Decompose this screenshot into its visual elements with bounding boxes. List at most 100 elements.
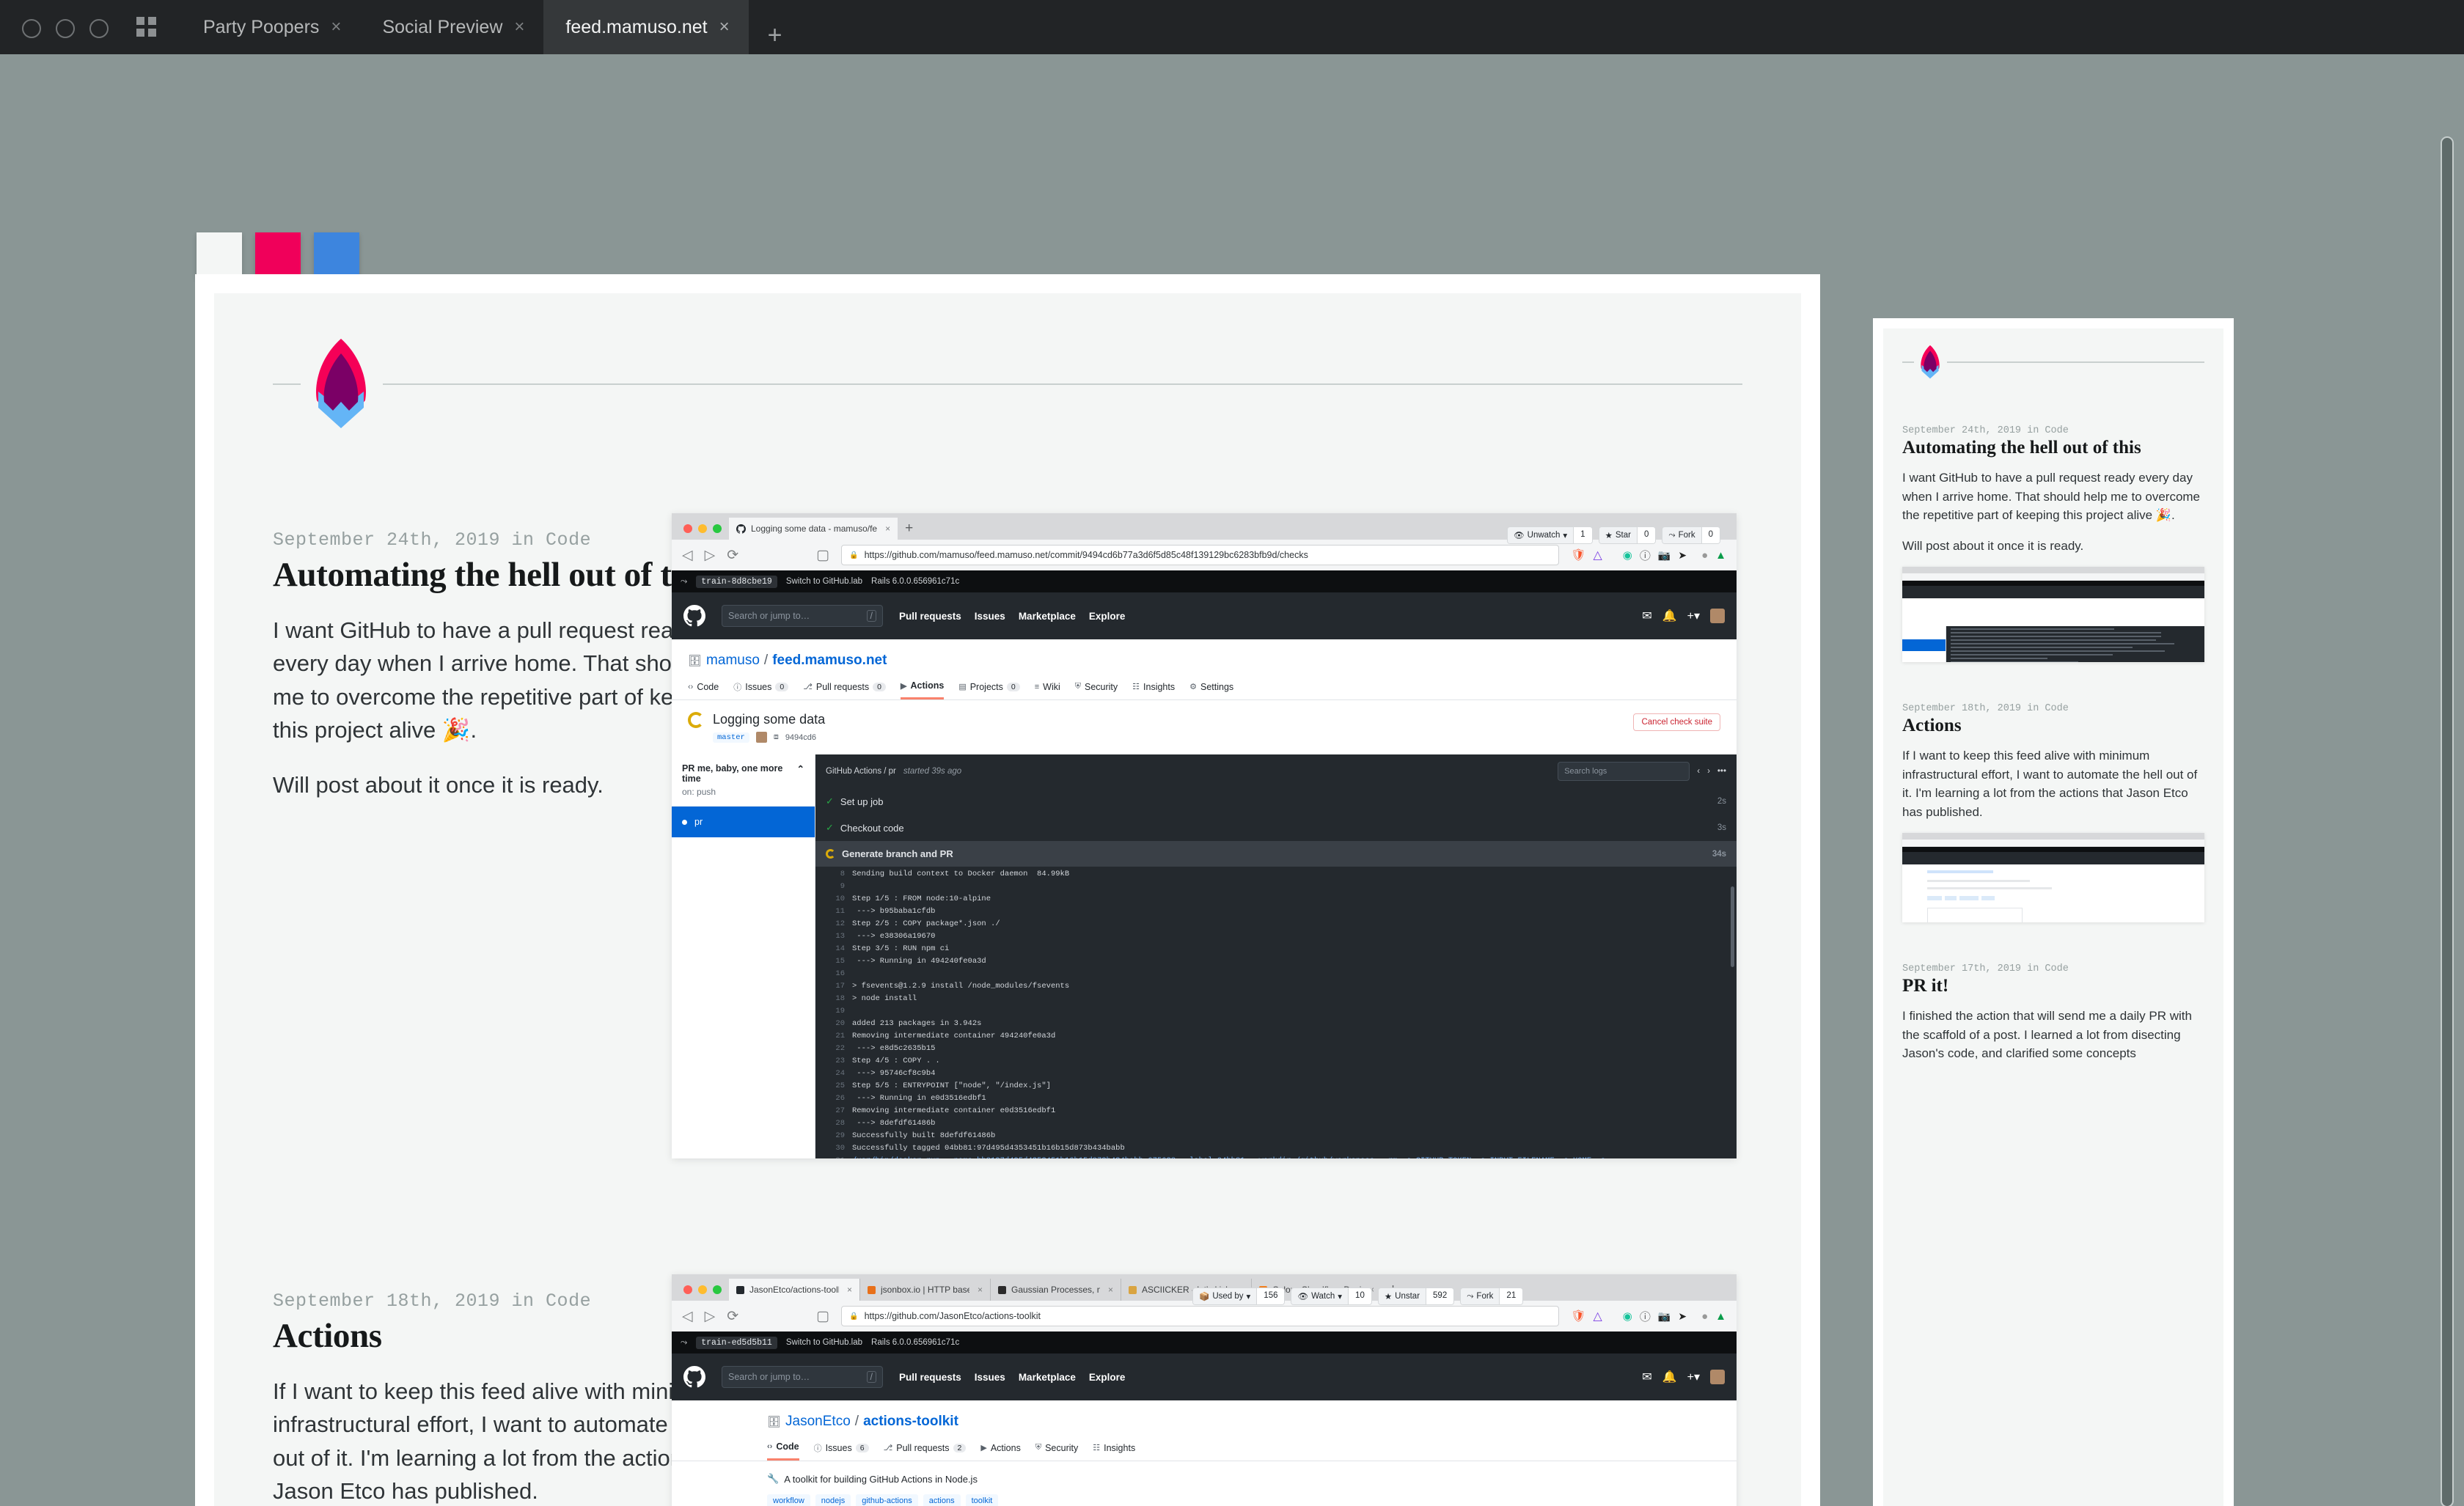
- repo-name[interactable]: actions-toolkit: [863, 1414, 958, 1430]
- fork-button[interactable]: ⤳Fork 21: [1460, 1288, 1523, 1305]
- info-icon[interactable]: ⓘ: [1640, 1309, 1651, 1324]
- repo-tab-insights[interactable]: ☷Insights: [1132, 680, 1175, 699]
- nav-explore[interactable]: Explore: [1089, 1372, 1126, 1383]
- brave-shield-icon[interactable]: 🛡: [1571, 1309, 1585, 1323]
- mock-new-tab-button[interactable]: +: [898, 521, 920, 540]
- log-step-generate-branch-and-pr[interactable]: Generate branch and PR 34s: [815, 841, 1737, 867]
- article-title[interactable]: Automating the hell out of this: [1902, 438, 2204, 458]
- color-swatch-blue[interactable]: [314, 232, 359, 278]
- close-icon[interactable]: ×: [331, 17, 341, 37]
- next-icon[interactable]: ›: [1707, 767, 1710, 776]
- workflow-item[interactable]: PR me, baby, one more time ⌃ on: push: [672, 754, 815, 807]
- color-swatch-white[interactable]: [197, 232, 242, 278]
- repo-topic[interactable]: workflow: [767, 1494, 810, 1506]
- mock-tab-3[interactable]: Gaussian Processes, not quite fo×: [990, 1279, 1121, 1301]
- browser-tab-feed-mamuso-net[interactable]: feed.mamuso.net ×: [543, 0, 748, 54]
- switch-label[interactable]: Switch to GitHub.lab: [786, 577, 862, 586]
- avatar[interactable]: [1710, 609, 1725, 623]
- nav-issues[interactable]: Issues: [975, 1372, 1005, 1383]
- github-search-input[interactable]: Search or jump to… /: [722, 1366, 883, 1388]
- back-icon[interactable]: ◁: [682, 1308, 693, 1325]
- color-swatch-crimson[interactable]: [255, 232, 301, 278]
- repo-tab-code[interactable]: ‹›Code: [767, 1441, 799, 1461]
- plus-menu-icon[interactable]: +▾: [1687, 609, 1700, 623]
- repo-tab-actions[interactable]: ▶Actions: [980, 1441, 1020, 1461]
- window-controls[interactable]: [0, 19, 129, 54]
- mock-tab-active[interactable]: Logging some data - mamuso/fe ×: [729, 518, 898, 540]
- plus-menu-icon[interactable]: +▾: [1687, 1370, 1700, 1384]
- close-icon[interactable]: ×: [719, 17, 730, 37]
- inbox-icon[interactable]: ✉: [1642, 609, 1651, 623]
- new-tab-button[interactable]: +: [749, 21, 803, 54]
- log-step-set-up-job[interactable]: ✓ Set up job 2s: [815, 788, 1737, 815]
- staff-branch-chip[interactable]: train-8d8cbe19: [696, 576, 777, 588]
- camera-icon[interactable]: 📷: [1658, 1310, 1671, 1323]
- repo-owner[interactable]: JasonEtco: [785, 1414, 851, 1430]
- nav-issues[interactable]: Issues: [975, 611, 1005, 622]
- profile-avatar[interactable]: ●: [1701, 549, 1708, 562]
- repo-tab-pull-requests[interactable]: ⎇Pull requests2: [884, 1441, 967, 1461]
- update-icon[interactable]: ▲: [1715, 549, 1726, 562]
- notifications-bell-icon[interactable]: 🔔: [1662, 609, 1677, 623]
- profile-avatar[interactable]: ●: [1701, 1310, 1708, 1323]
- window-minimize-icon[interactable]: [56, 19, 75, 38]
- unstar-button[interactable]: ★Unstar 592: [1378, 1288, 1454, 1305]
- close-icon[interactable]: ×: [1108, 1285, 1113, 1295]
- nav-marketplace[interactable]: Marketplace: [1019, 1372, 1076, 1383]
- more-options-icon[interactable]: •••: [1717, 767, 1726, 776]
- mock-tab-2[interactable]: jsonbox.io | HTTP based JSON s×: [859, 1279, 990, 1301]
- log-step-checkout-code[interactable]: ✓ Checkout code 3s: [815, 815, 1737, 841]
- cancel-check-suite-button[interactable]: Cancel check suite: [1633, 713, 1720, 731]
- repo-tab-wiki[interactable]: ≡Wiki: [1035, 680, 1060, 699]
- forward-icon[interactable]: ▷: [705, 1308, 716, 1325]
- switch-label[interactable]: Switch to GitHub.lab: [786, 1338, 862, 1347]
- reload-icon[interactable]: ⟳: [727, 547, 738, 564]
- site-logo-icon[interactable]: [304, 337, 378, 431]
- repo-tab-issues[interactable]: ⓘIssues0: [733, 680, 788, 699]
- browser-tab-party-poopers[interactable]: Party Poopers ×: [181, 0, 360, 54]
- repo-topic[interactable]: github-actions: [856, 1494, 918, 1506]
- inbox-icon[interactable]: ✉: [1642, 1370, 1651, 1384]
- brave-shield-icon[interactable]: 🛡: [1571, 548, 1585, 562]
- repo-topic[interactable]: actions: [923, 1494, 961, 1506]
- repo-name[interactable]: feed.mamuso.net: [772, 653, 887, 669]
- close-icon[interactable]: ×: [885, 524, 890, 534]
- staff-branch-chip[interactable]: train-ed5d5b11: [696, 1337, 777, 1349]
- forward-icon[interactable]: ▷: [705, 547, 716, 564]
- article-1-screenshot[interactable]: Logging some data - mamuso/fe × + ◁ ▷ ⟳ …: [672, 513, 1737, 1158]
- pin-icon[interactable]: ➤: [1678, 1310, 1687, 1323]
- window-close-icon[interactable]: [22, 19, 41, 38]
- bookmark-icon[interactable]: ▢: [816, 1308, 829, 1325]
- repo-topic[interactable]: nodejs: [815, 1494, 851, 1506]
- mock-tab-1[interactable]: JasonEtco/actions-toolkit:×: [729, 1279, 859, 1301]
- watch-button[interactable]: 👁Watch▾ 10: [1291, 1288, 1371, 1305]
- warning-triangle-icon[interactable]: △: [1593, 1309, 1602, 1323]
- star-button[interactable]: ★Star 0: [1599, 526, 1657, 544]
- pin-icon[interactable]: ➤: [1678, 549, 1687, 562]
- close-icon[interactable]: ×: [978, 1285, 983, 1295]
- notifications-bell-icon[interactable]: 🔔: [1662, 1370, 1677, 1384]
- info-icon[interactable]: ⓘ: [1640, 548, 1651, 563]
- repo-owner[interactable]: mamuso: [706, 653, 760, 669]
- github-search-input[interactable]: Search or jump to… /: [722, 605, 883, 627]
- bookmark-icon[interactable]: ▢: [816, 547, 829, 564]
- article-thumbnail[interactable]: [1902, 833, 2204, 922]
- close-icon[interactable]: ×: [847, 1285, 852, 1295]
- window-maximize-icon[interactable]: [89, 19, 109, 38]
- update-icon[interactable]: ▲: [1715, 1310, 1726, 1323]
- workflow-job-pr[interactable]: pr: [672, 807, 815, 837]
- back-icon[interactable]: ◁: [682, 547, 693, 564]
- repo-topic[interactable]: toolkit: [966, 1494, 999, 1506]
- repo-tab-security[interactable]: ⛨Security: [1035, 1441, 1078, 1461]
- nav-pull-requests[interactable]: Pull requests: [899, 611, 961, 622]
- close-icon[interactable]: ×: [514, 17, 524, 37]
- site-logo-icon[interactable]: [1916, 345, 1944, 380]
- article-title[interactable]: PR it!: [1902, 976, 2204, 996]
- repo-tab-insights[interactable]: ☷Insights: [1093, 1441, 1135, 1461]
- address-bar[interactable]: 🔒 https://github.com/JasonEtco/actions-t…: [841, 1306, 1559, 1326]
- warning-triangle-icon[interactable]: △: [1593, 548, 1602, 562]
- search-logs-input[interactable]: Search logs: [1558, 762, 1690, 781]
- nav-marketplace[interactable]: Marketplace: [1019, 611, 1076, 622]
- article-title[interactable]: Actions: [1902, 716, 2204, 736]
- unwatch-button[interactable]: 👁Unwatch▾ 1: [1507, 526, 1593, 544]
